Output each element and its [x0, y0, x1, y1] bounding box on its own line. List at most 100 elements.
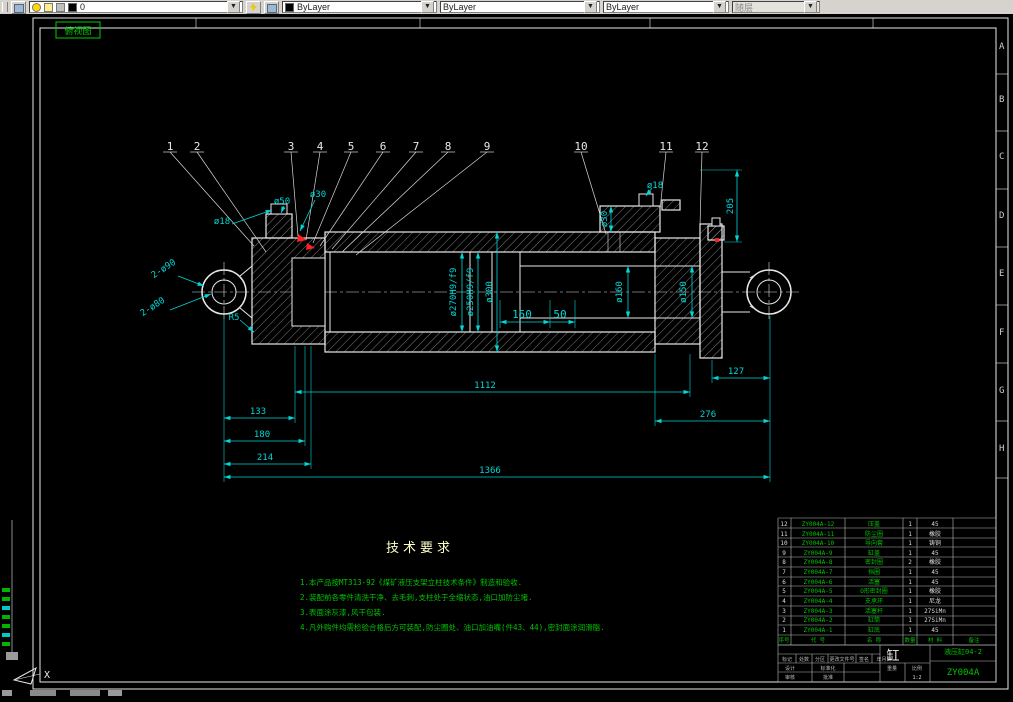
callout-number: 5	[348, 140, 355, 153]
tb-label-std: 标准化	[820, 665, 835, 672]
tech-title: 技术要求	[386, 541, 454, 556]
dim-text-205: 205	[726, 198, 736, 214]
chevron-down-icon[interactable]: ▼	[227, 1, 240, 13]
zone-letter: H	[999, 444, 1004, 454]
bom-qty: 1	[908, 540, 912, 547]
weld-mark	[715, 238, 719, 242]
bom-mat: 尼龙	[929, 597, 941, 605]
bom-no: 5	[782, 588, 786, 595]
bom-row: 7 ZY004A-7 挡圈 1 45	[782, 568, 939, 576]
tb-label-sign: 签名	[859, 656, 869, 663]
bom-header-qty: 数量	[904, 636, 916, 644]
layer-control[interactable]: 0 ▼	[29, 1, 243, 13]
plotstyle-control: 随层 ▼	[732, 1, 820, 13]
bom-code: ZY004A-10	[802, 540, 835, 547]
layers-icon	[14, 3, 24, 13]
dim-text-150: 150	[512, 308, 532, 321]
color-swatch	[285, 2, 294, 12]
bom-qty: 1	[908, 627, 912, 634]
view-label-text: 俯视图	[64, 25, 91, 37]
layer-lock-icon	[56, 2, 65, 12]
bom-mat: 45	[931, 521, 939, 528]
bom-code: ZY004A-1	[804, 627, 833, 634]
tb-label-scale: 比例	[912, 665, 922, 672]
bom-name: 挡圈	[868, 568, 880, 576]
callout-number: 12	[695, 140, 708, 153]
layer-previous-button[interactable]	[264, 0, 279, 14]
bom-mat: 45	[931, 550, 939, 557]
tb-label-count: 处数	[799, 656, 809, 663]
color-control[interactable]: ByLayer ▼	[282, 1, 437, 13]
dim-text-180: 180	[254, 430, 270, 440]
toolbar-grip[interactable]	[2, 2, 8, 12]
layers-dialog-icon[interactable]	[11, 0, 26, 14]
bom-mat: 45	[931, 569, 939, 576]
zone-letter: B	[999, 95, 1004, 105]
tb-label-design: 设计	[785, 665, 795, 672]
bom-code: ZY004A-12	[802, 521, 835, 528]
lightning-icon	[250, 2, 257, 12]
bom-qty: 1	[908, 579, 912, 586]
bottom-bar-icons[interactable]	[2, 690, 122, 696]
bom-name: 缸底	[868, 626, 880, 634]
zone-letters: A B C D E F G H	[999, 42, 1005, 454]
bom-name: 活塞杆	[865, 607, 883, 615]
dim-text-d270: ø270H9/f9	[449, 268, 459, 317]
make-object-layer-current-button[interactable]	[246, 0, 261, 14]
bom-name: O形密封圈	[860, 587, 888, 595]
zone-letter: F	[999, 328, 1004, 338]
bom-name: 支承环	[865, 597, 883, 605]
bom-mat: 橡胶	[929, 558, 941, 566]
dim-text-214: 214	[257, 453, 273, 463]
layer-name: 0	[80, 2, 86, 12]
dim-text-d30-right: ø30	[600, 211, 610, 227]
dim-text-eye-outer: 2-ø90	[150, 258, 178, 281]
linetype-control[interactable]: ByLayer ▼	[440, 1, 600, 13]
bom-name: 缸筒	[868, 616, 880, 624]
bom-no: 2	[782, 617, 786, 624]
bom-row: 6 ZY004A-6 活塞 1 45	[782, 578, 939, 586]
bom-no: 12	[780, 521, 788, 528]
parts-list: 12 ZY004A-12 压盖 1 45 11 ZY004A-11 防尘圈 1 橡胶 10 ZY0…	[777, 517, 997, 646]
tech-requirements: 技术要求 1.本产品按MT313-92《煤矿液压支架立柱技术条件》制造和验收. …	[300, 541, 605, 632]
bom-code: ZY004A-2	[804, 617, 833, 624]
bom-mat: 27SiMn	[924, 608, 946, 615]
bom-qty: 1	[908, 569, 912, 576]
plotstyle-value: 随层	[735, 2, 754, 13]
view-label: 俯视图	[55, 21, 101, 39]
dim-text-d300: ø300	[485, 281, 495, 303]
dim-text-d160: ø160	[615, 281, 625, 303]
chevron-down-icon: ▼	[804, 1, 817, 13]
bom-no: 8	[782, 559, 786, 566]
bom-name: 防尘圈	[865, 530, 883, 538]
chevron-down-icon[interactable]: ▼	[421, 1, 434, 13]
object-properties-toolbar: 0 ▼ ByLayer ▼ ByLayer ▼ ByLayer ▼ 随层 ▼	[0, 0, 1013, 14]
bom-header-code: 代 号	[811, 636, 826, 644]
callout-number: 4	[317, 140, 324, 153]
bom-header: 序号 代 号 名 称 数量 材 料 备注	[778, 636, 980, 644]
bom-no: 3	[782, 608, 786, 615]
bom-header-name: 名 称	[867, 636, 882, 644]
bom-no: 1	[782, 627, 786, 634]
dim-text-d150: ø150	[679, 281, 689, 303]
zone-letter: C	[999, 152, 1004, 162]
bom-rows: 12 ZY004A-12 压盖 1 45 11 ZY004A-11 防尘圈 1 橡胶 10 ZY0…	[778, 520, 980, 644]
bom-row: 1 ZY004A-1 缸底 1 45	[782, 626, 939, 634]
drawing-canvas[interactable]: A B C D E F G H 俯视图 X 1 2 3 4 5 6 7 8 9 …	[0, 14, 1013, 697]
dim-text-d18-right: ø18	[647, 181, 663, 191]
bom-no: 7	[782, 569, 786, 576]
bom-mat: 27SiMn	[924, 617, 946, 624]
chevron-down-icon[interactable]: ▼	[713, 1, 726, 13]
lineweight-control[interactable]: ByLayer ▼	[603, 1, 729, 13]
chevron-down-icon[interactable]: ▼	[584, 1, 597, 13]
bom-name: 导向套	[865, 539, 883, 547]
tb-scale-value: 1:2	[912, 675, 921, 681]
callout-number: 7	[413, 140, 420, 153]
bom-qty: 1	[908, 521, 912, 528]
bom-header-mat: 材 料	[928, 636, 943, 644]
tb-label-zone: 分区	[815, 656, 825, 663]
dim-text-1112: 1112	[474, 381, 496, 391]
tech-line: 3.表面涂灰漆,风干包装.	[300, 607, 386, 617]
tb-label-mark: 标记	[782, 656, 792, 663]
bom-name: 缸盖	[868, 549, 880, 557]
